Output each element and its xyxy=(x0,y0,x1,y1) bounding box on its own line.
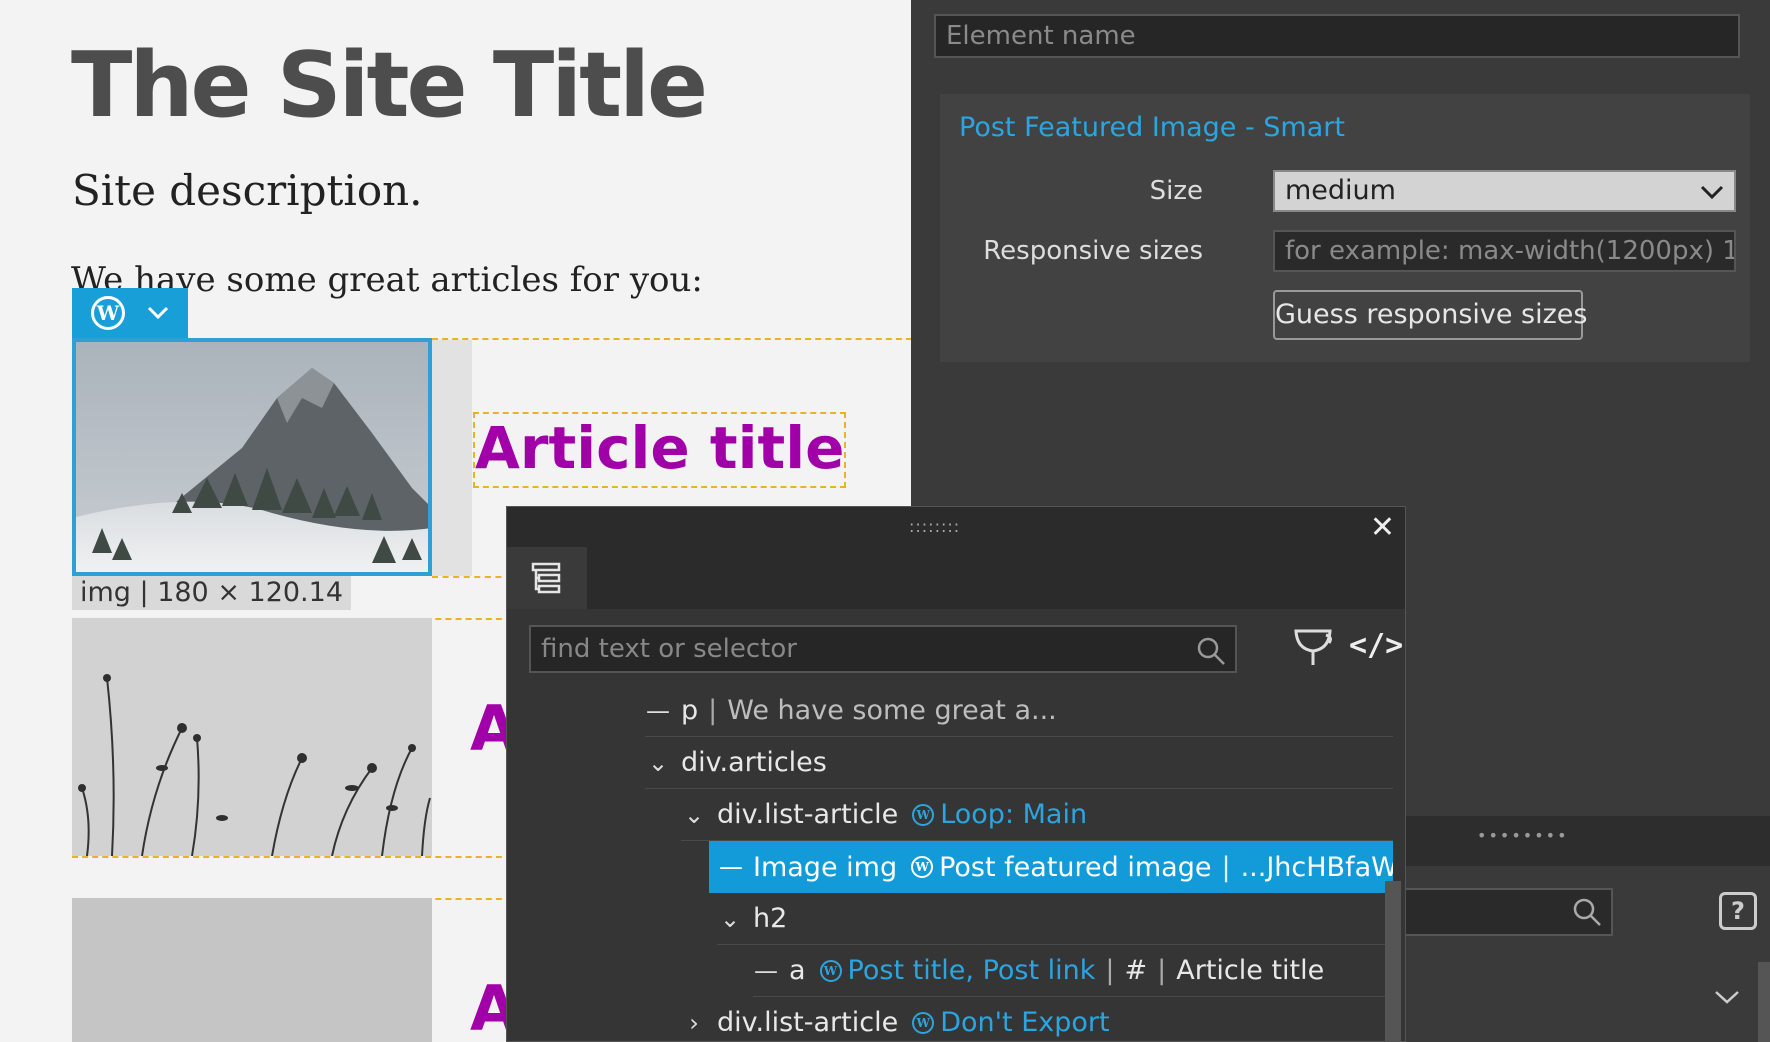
guess-responsive-sizes-button[interactable]: Guess responsive sizes xyxy=(1273,290,1587,340)
tree-node[interactable]: › div.list-article W Don't Export xyxy=(681,997,1393,1041)
tree-leaf-icon: — xyxy=(719,853,743,881)
article-outline xyxy=(432,338,911,340)
close-icon[interactable]: ✕ xyxy=(1370,513,1395,543)
grass-photo xyxy=(72,618,432,856)
smart-image-section: Post Featured Image - Smart Size medium … xyxy=(940,94,1750,362)
tree-node-text: ...JhcHBfaWQiOj xyxy=(1240,851,1393,883)
scrollbar[interactable] xyxy=(1758,962,1770,1042)
size-select[interactable]: medium xyxy=(1273,170,1736,212)
tree-node-tag: div.list-article xyxy=(717,799,899,830)
chevron-down-icon[interactable] xyxy=(1713,988,1741,1006)
concrete-photo xyxy=(72,898,432,1042)
article-outline xyxy=(432,576,512,578)
tree-search-placeholder: find text or selector xyxy=(541,634,797,664)
grip-icon[interactable]: •••••••• xyxy=(1477,826,1569,845)
tree-node-tag: p xyxy=(681,695,699,726)
tree-node-separator: | xyxy=(1221,851,1231,883)
chevron-down-icon[interactable] xyxy=(147,306,169,320)
responsive-sizes-input[interactable]: for example: max-width(1200px) 100vw xyxy=(1273,230,1736,272)
chevron-down-icon[interactable]: ⌄ xyxy=(717,905,743,933)
tree-node-separator: | xyxy=(1105,955,1115,986)
mountain-photo xyxy=(72,338,432,576)
tree-node-text: Article title xyxy=(1176,955,1325,986)
image-placeholder-strip xyxy=(432,340,472,576)
tree-icon xyxy=(531,562,561,594)
tree-node-tag: div.articles xyxy=(681,747,827,778)
tree-panel-titlebar[interactable]: :::::::: ✕ xyxy=(507,507,1405,547)
size-label: Size xyxy=(1149,176,1203,206)
tree-node-tag: div.list-article xyxy=(717,1007,899,1038)
tree-node-hash: # xyxy=(1124,955,1148,986)
element-tree-panel: :::::::: ✕ find text or selector </> — p… xyxy=(506,506,1406,1042)
wp-action-label: Post featured image xyxy=(939,851,1212,883)
help-icon[interactable]: ? xyxy=(1719,892,1757,930)
tree-node[interactable]: — p | We have some great a... xyxy=(645,685,1393,737)
image-size-label: img | 180 × 120.14 xyxy=(72,576,351,610)
wordpress-icon: W xyxy=(912,1011,935,1034)
site-title[interactable]: The Site Title xyxy=(71,36,708,135)
tree-node-wp-action[interactable]: W Post featured image xyxy=(911,852,1211,883)
tree-node-text: We have some great a... xyxy=(727,695,1057,726)
tree-node[interactable]: ⌄ div.articles xyxy=(645,737,1393,789)
featured-image-mountain[interactable] xyxy=(72,338,432,576)
featured-image-grass[interactable] xyxy=(72,618,432,856)
wordpress-icon[interactable]: W xyxy=(91,296,125,330)
tree-node[interactable]: — a W Post title, Post link | # | Article… xyxy=(753,945,1393,997)
tree-leaf-icon: — xyxy=(754,956,778,985)
chevron-down-icon xyxy=(1700,185,1724,200)
tree-node-wp-action[interactable]: W Loop: Main xyxy=(912,799,1087,830)
search-icon[interactable] xyxy=(1571,896,1603,928)
tree-search-input[interactable]: find text or selector xyxy=(529,625,1237,673)
tree-node-wp-action[interactable]: W Post title, Post link xyxy=(819,955,1096,986)
tree-node-separator: | xyxy=(1157,955,1167,986)
tree-scrollbar[interactable] xyxy=(1385,881,1401,1041)
tree-node[interactable]: ⌄ h2 xyxy=(717,893,1393,945)
tree-node-separator: | xyxy=(708,695,718,726)
featured-image-concrete[interactable] xyxy=(72,898,432,1042)
search-icon[interactable] xyxy=(1195,635,1227,667)
tree-node-wp-action[interactable]: W Don't Export xyxy=(912,1007,1110,1038)
size-select-value: medium xyxy=(1285,175,1396,206)
element-name-input[interactable]: Element name xyxy=(934,14,1740,58)
tree-node-tag: a xyxy=(789,955,806,986)
chevron-down-icon[interactable]: ⌄ xyxy=(681,801,707,829)
chevron-down-icon[interactable]: ⌄ xyxy=(645,749,671,777)
responsive-sizes-label: Responsive sizes xyxy=(983,236,1203,266)
tree-node-tag: Image img xyxy=(753,851,898,883)
section-title[interactable]: Post Featured Image - Smart xyxy=(959,112,1345,143)
wp-action-label: Post title, Post link xyxy=(847,955,1096,986)
wp-action-label: Don't Export xyxy=(940,1007,1110,1038)
wp-action-label: Loop: Main xyxy=(940,799,1088,830)
chevron-right-icon[interactable]: › xyxy=(681,1009,707,1037)
tab-tree[interactable] xyxy=(507,547,587,609)
wordpress-icon: W xyxy=(911,856,934,878)
tree-node-tag: h2 xyxy=(753,903,788,934)
wordpress-icon: W xyxy=(912,803,935,826)
element-toolbar[interactable]: W xyxy=(72,288,188,338)
article-outline xyxy=(72,856,512,858)
article-title[interactable]: Article title xyxy=(473,412,847,488)
tree-leaf-icon: — xyxy=(646,696,670,725)
tree-panel-tabs xyxy=(507,547,1405,609)
wordpress-icon: W xyxy=(819,959,842,982)
filter-cup-icon[interactable] xyxy=(1293,627,1333,669)
code-view-icon[interactable]: </> xyxy=(1349,631,1403,661)
tree-node[interactable]: ⌄ div.list-article W Loop: Main xyxy=(681,789,1393,841)
drag-handle-icon[interactable]: :::::::: xyxy=(909,519,960,535)
site-description[interactable]: Site description. xyxy=(72,166,423,215)
tree-node-selected[interactable]: — Image img W Post featured image | ...Jh… xyxy=(709,841,1393,893)
